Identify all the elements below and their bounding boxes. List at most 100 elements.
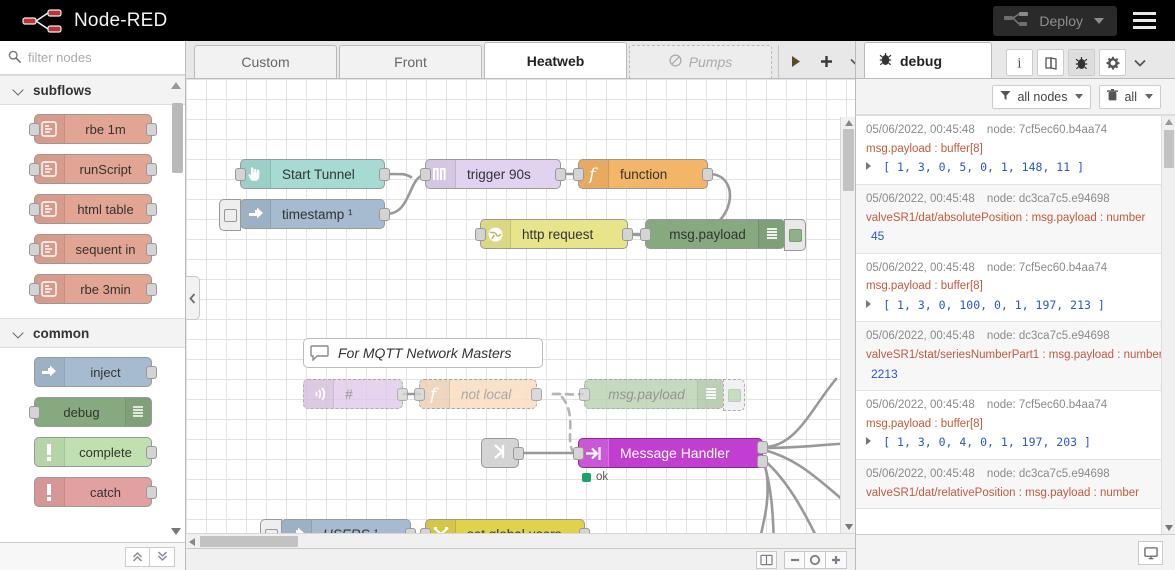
node-output-port-1[interactable] [757,441,768,454]
inject-trigger-button[interactable] [219,199,241,231]
scroll-up-arrow-icon[interactable] [845,120,853,126]
node-timestamp-inject[interactable]: timestamp ¹ [219,199,390,231]
node-input-port[interactable] [475,228,486,241]
expand-arrow-icon[interactable] [866,162,871,171]
node-input-port[interactable] [414,388,425,401]
expand-arrow-icon[interactable] [866,299,871,308]
add-flow-button[interactable] [811,45,841,78]
debug-clear-dropdown[interactable]: all [1099,84,1161,109]
scroll-left-arrow-icon[interactable] [189,538,195,546]
hamburger-menu-icon[interactable] [1121,0,1167,41]
palette-node-rbe-1m[interactable]: rbe 1m [28,114,157,144]
sidebar-tab-debug[interactable]: debug [864,42,992,78]
node-output-port[interactable] [397,388,408,401]
palette-node-rbe-3min[interactable]: rbe 3min [28,274,157,304]
scroll-up-arrow-icon[interactable] [1165,119,1173,125]
node-debug-msg-payload-disabled[interactable]: msg.payload [579,379,745,411]
palette-node-catch[interactable]: catch [33,477,157,507]
node-http-request[interactable]: http request [475,219,633,249]
node-input-port[interactable] [28,243,40,256]
palette-category-common[interactable]: common [0,318,185,348]
node-output-port[interactable] [531,388,542,401]
debug-message-row[interactable]: 05/06/2022, 00:45:48 node: dc3ca7c5.e946… [856,460,1175,510]
node-trigger-90s[interactable]: trigger 90s [420,159,566,189]
canvas-horizontal-scrollbar[interactable] [186,533,855,548]
node-output-port[interactable] [145,283,157,296]
canvas-vscroll-thumb[interactable] [843,129,854,191]
info-tab-button[interactable]: i [1006,49,1033,76]
deploy-button[interactable]: Deploy [993,5,1117,36]
node-output-port[interactable] [145,163,157,176]
node-input-port[interactable] [28,283,40,296]
debug-message-row[interactable]: 05/06/2022, 00:45:48 node: dc3ca7c5.e946… [856,184,1175,254]
expand-all-categories-button[interactable] [150,546,175,567]
help-tab-button[interactable] [1037,49,1064,76]
node-mqtt-in[interactable]: # [303,379,408,409]
node-input-port[interactable] [420,168,431,181]
reset-view-button[interactable] [756,550,777,569]
palette-node-sequent-in[interactable]: sequent in [28,234,157,264]
node-output-port[interactable] [702,168,713,181]
collapse-all-categories-button[interactable] [125,546,150,567]
expand-arrow-icon[interactable] [866,437,871,446]
node-output-port[interactable] [145,123,157,136]
node-output-port-2[interactable] [757,455,768,468]
flow-canvas[interactable]: Start Tunnel timestamp ¹ trigger 90s f f… [186,79,855,570]
monitor-icon[interactable] [1138,540,1163,565]
node-input-port[interactable] [28,406,40,419]
palette-node-html-table[interactable]: html table [28,194,157,224]
node-input-port[interactable] [640,228,651,241]
node-output-port[interactable] [145,486,157,499]
node-input-port[interactable] [28,203,40,216]
node-output-port[interactable] [622,228,633,241]
palette-scrollbar-thumb[interactable] [172,103,183,173]
node-output-port[interactable] [513,447,524,460]
filter-nodes-input[interactable] [28,50,168,65]
scroll-down-arrow-icon[interactable] [1165,525,1173,531]
node-input-port[interactable] [235,168,246,181]
debug-message-row[interactable]: 05/06/2022, 00:45:48 node: dc3ca7c5.e946… [856,322,1175,392]
caret-down-icon[interactable] [1094,17,1104,24]
debug-enable-button[interactable] [784,219,806,251]
debug-message-list[interactable]: 05/06/2022, 00:45:48 node: 7cf5ec60.b4aa… [856,115,1175,534]
node-output-port[interactable] [555,168,566,181]
node-start-tunnel[interactable]: Start Tunnel [235,159,390,189]
scroll-down-arrow-icon[interactable] [845,524,853,530]
canvas-collapse-handle[interactable] [186,276,200,320]
debug-tab-button[interactable] [1068,49,1095,76]
palette-category-subflows[interactable]: subflows [0,75,185,105]
flow-tab-heatweb[interactable]: Heatweb [484,42,627,78]
palette-node-complete[interactable]: complete [33,437,157,467]
canvas-hscroll-thumb[interactable] [200,536,298,547]
palette-node-debug[interactable]: debug [28,397,152,427]
scroll-tabs-right-button[interactable] [781,45,811,78]
node-input-port[interactable] [573,168,584,181]
node-output-port[interactable] [145,446,157,459]
node-link-in[interactable] [481,438,524,468]
node-function[interactable]: f function [573,159,713,189]
debug-filter-dropdown[interactable]: all nodes [992,84,1092,109]
palette-node-inject[interactable]: inject [33,357,157,387]
flow-tab-front[interactable]: Front [339,45,482,78]
config-tab-button[interactable] [1099,49,1126,76]
scroll-up-arrow-icon[interactable] [171,82,181,89]
node-comment[interactable]: For MQTT Network Masters [303,338,543,368]
node-input-port[interactable] [28,123,40,136]
node-debug-msg-payload-top[interactable]: msg.payload [640,219,806,251]
node-output-port[interactable] [145,203,157,216]
palette-node-runscript[interactable]: runScript [28,154,157,184]
node-input-port[interactable] [573,447,584,460]
sidebar-more-button[interactable] [1132,49,1148,76]
debug-scrollbar-thumb[interactable] [1164,130,1174,168]
node-output-port[interactable] [145,366,157,379]
node-output-port[interactable] [379,208,390,221]
node-output-port[interactable] [379,168,390,181]
canvas-vertical-scrollbar[interactable] [840,117,855,533]
node-input-port[interactable] [28,163,40,176]
node-message-handler[interactable]: Message Handler [573,438,768,468]
flow-tab-custom[interactable]: Custom [194,45,337,78]
node-output-port[interactable] [145,243,157,256]
flow-tab-pumps[interactable]: Pumps [629,45,772,78]
debug-message-row[interactable]: 05/06/2022, 00:45:48 node: 7cf5ec60.b4aa… [856,116,1175,185]
node-input-port[interactable] [579,388,590,401]
